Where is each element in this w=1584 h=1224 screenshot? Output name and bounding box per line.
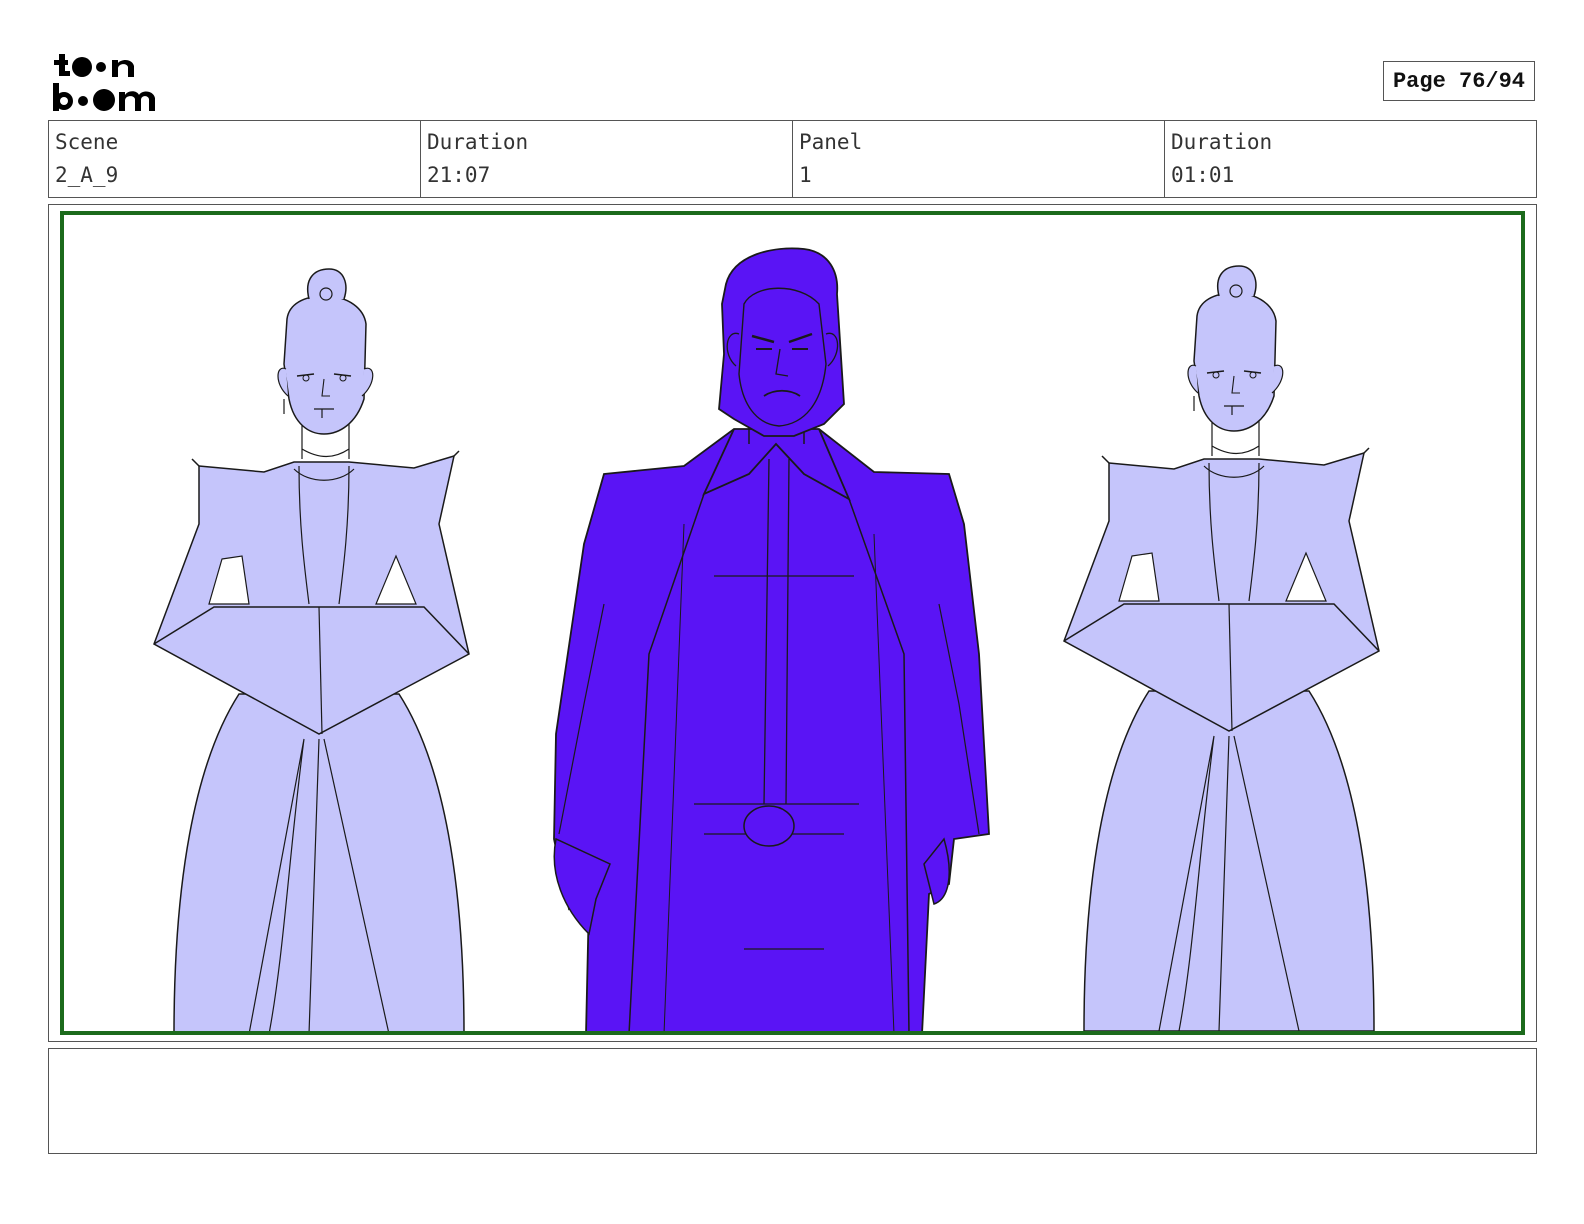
scene-duration-cell: Duration 21:07 xyxy=(421,121,793,197)
panel-cell: Panel 1 xyxy=(793,121,1165,197)
center-figure xyxy=(553,247,990,1031)
panel-label: Panel xyxy=(799,130,863,154)
right-figure xyxy=(1063,265,1380,1031)
info-table: Scene 2_A_9 Duration 21:07 Panel 1 Durat… xyxy=(48,120,1537,198)
scene-label: Scene xyxy=(55,130,119,154)
scene-value: 2_A_9 xyxy=(55,163,119,187)
toon-boom-logo xyxy=(50,50,170,114)
panel-value: 1 xyxy=(799,163,812,187)
page-indicator: Page 76/94 xyxy=(1383,61,1535,101)
storyboard-drawing xyxy=(153,247,1380,1031)
toon-boom-logo-mark xyxy=(53,54,155,111)
notes-box xyxy=(48,1048,1537,1154)
panel-duration-value: 01:01 xyxy=(1171,163,1235,187)
panel-duration-cell: Duration 01:01 xyxy=(1165,121,1536,197)
scene-duration-value: 21:07 xyxy=(427,163,491,187)
panel-image-frame xyxy=(60,211,1525,1035)
scene-cell: Scene 2_A_9 xyxy=(49,121,421,197)
left-figure xyxy=(153,268,470,1031)
scene-duration-label: Duration xyxy=(427,130,529,154)
panel-duration-label: Duration xyxy=(1171,130,1273,154)
